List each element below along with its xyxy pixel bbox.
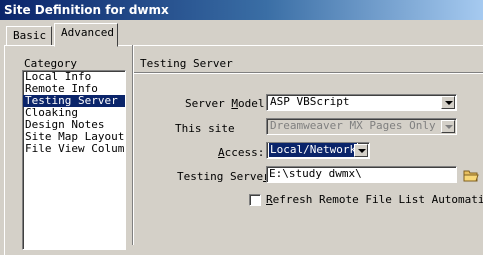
chevron-down-icon[interactable]: [354, 144, 368, 157]
this-site-select: Dreamweaver MX Pages Only: [266, 118, 457, 135]
refresh-label[interactable]: Refresh Remote File List Automatic: [266, 193, 483, 206]
divider: [132, 45, 134, 245]
category-label: Category: [24, 57, 77, 70]
testing-server-input[interactable]: E:\study dwmx\: [266, 166, 457, 183]
this-site-value: Dreamweaver MX Pages Only: [270, 119, 436, 132]
access-select[interactable]: Local/Network: [266, 142, 370, 159]
section-divider: [134, 72, 483, 74]
testing-server-label: Testing Server: [177, 170, 270, 183]
category-list[interactable]: Local Info Remote Info Testing Server Cl…: [22, 70, 126, 250]
folder-icon[interactable]: [463, 169, 479, 182]
access-value: Local/Network: [267, 143, 359, 158]
server-model-label: Server Model:: [185, 97, 272, 110]
tab-advanced[interactable]: Advanced: [54, 23, 118, 47]
chevron-down-icon[interactable]: [441, 96, 455, 109]
window-title: Site Definition for dwmx: [0, 0, 483, 20]
access-label: Access:: [218, 146, 265, 159]
this-site-label: This site: [175, 122, 235, 135]
category-item-file-view-columns[interactable]: File View Columns: [23, 143, 125, 155]
server-model-value: ASP VBScript: [270, 95, 350, 108]
chevron-down-icon: [441, 120, 455, 133]
refresh-checkbox[interactable]: [249, 194, 261, 206]
section-title: Testing Server: [140, 57, 233, 70]
tab-basic[interactable]: Basic: [6, 26, 52, 46]
server-model-select[interactable]: ASP VBScript: [266, 94, 457, 111]
